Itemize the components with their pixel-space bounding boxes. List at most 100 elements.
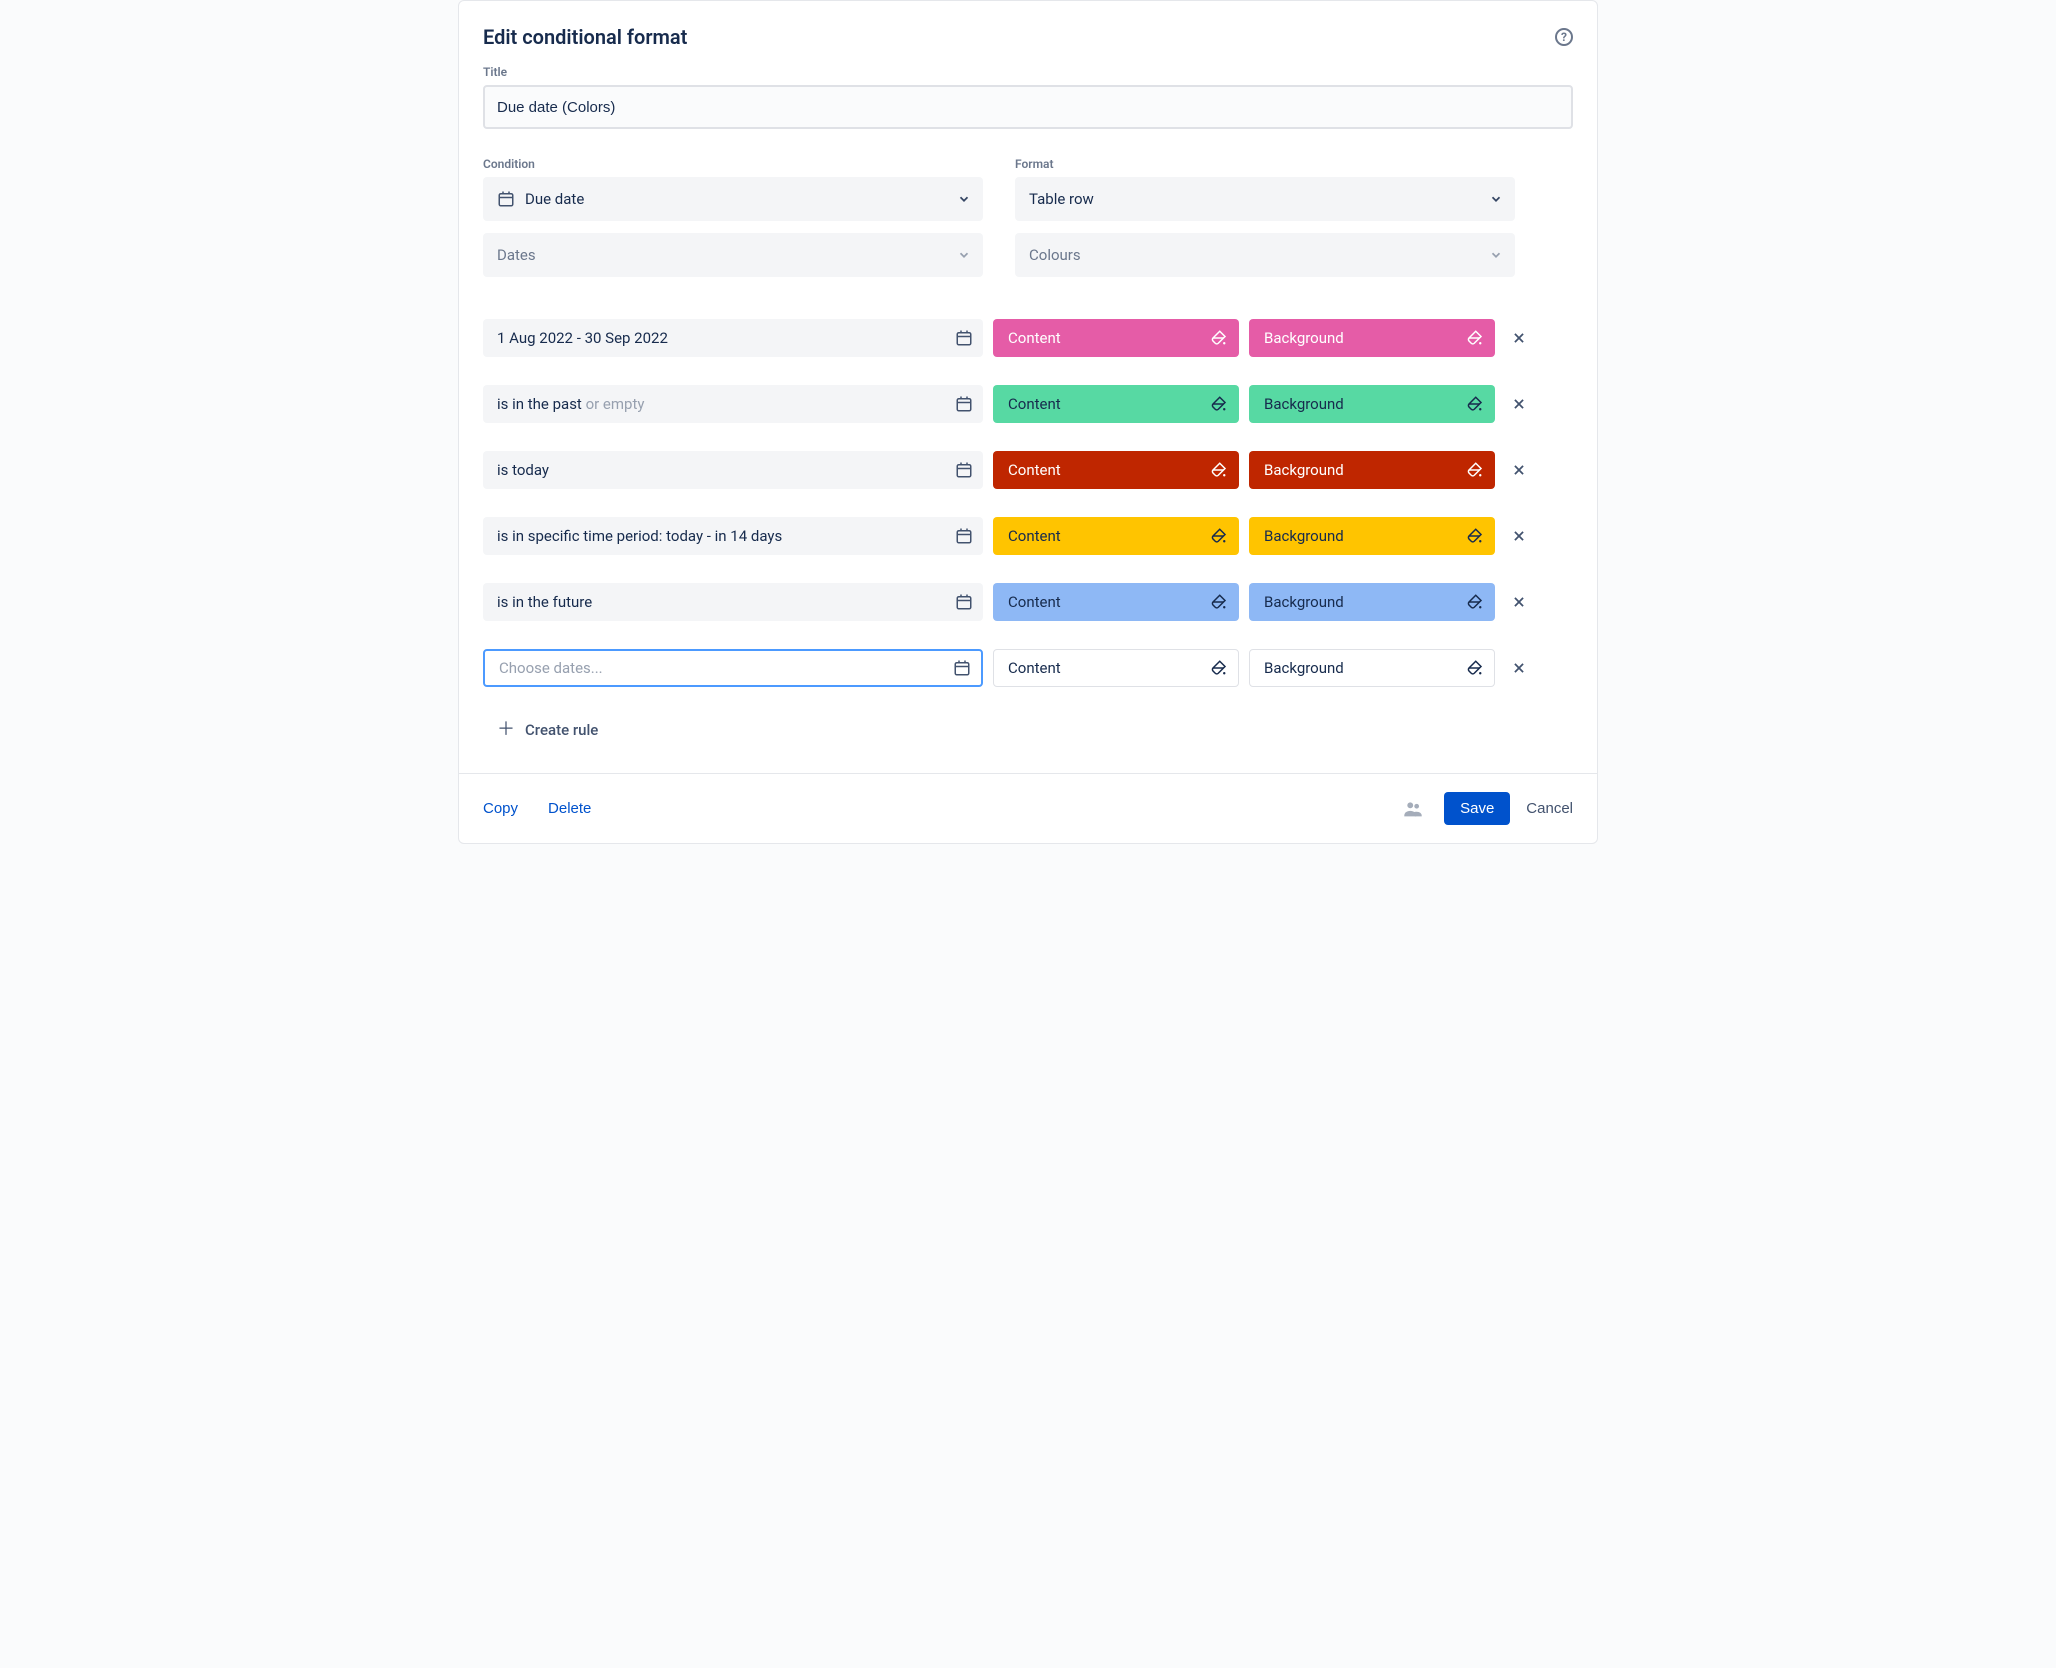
selector-row: Condition Due date Dates [483, 157, 1573, 289]
calendar-icon [953, 659, 971, 677]
copy-button[interactable]: Copy [483, 800, 518, 817]
background-color-chip[interactable]: Background [1249, 385, 1495, 423]
rule-row: 1 Aug 2022 - 30 Sep 2022 Content Backgroun… [483, 319, 1573, 357]
rule-row: is in the past or empty Content Background [483, 385, 1573, 423]
format-scope-value: Table row [1029, 190, 1489, 208]
calendar-icon [955, 395, 973, 413]
format-style-select[interactable]: Colours [1015, 233, 1515, 277]
paint-bucket-icon [1466, 527, 1484, 545]
help-icon[interactable]: ? [1555, 28, 1573, 46]
rule-condition[interactable]: is today [483, 451, 983, 489]
rule-row: is in specific time period: today - in 1… [483, 517, 1573, 555]
format-column: Format Table row Colours [1015, 157, 1515, 289]
format-scope-select[interactable]: Table row [1015, 177, 1515, 221]
rule-condition-text: is in specific time period: today - in 1… [497, 527, 955, 545]
chip-label: Background [1264, 527, 1466, 545]
plus-icon: ＋ [497, 721, 515, 739]
conditional-format-panel: Edit conditional format ? Title Conditio… [458, 0, 1598, 844]
remove-rule-button[interactable] [1505, 397, 1533, 411]
chip-label: Content [1008, 461, 1210, 479]
paint-bucket-icon [1210, 593, 1228, 611]
chip-label: Background [1264, 659, 1466, 677]
paint-bucket-icon [1210, 527, 1228, 545]
rule-condition[interactable]: 1 Aug 2022 - 30 Sep 2022 [483, 319, 983, 357]
paint-bucket-icon [1210, 461, 1228, 479]
content-color-chip[interactable]: Content [993, 583, 1239, 621]
chip-label: Content [1008, 395, 1210, 413]
condition-type-value: Dates [497, 246, 957, 264]
chip-label: Background [1264, 593, 1466, 611]
paint-bucket-icon [1466, 593, 1484, 611]
chip-label: Background [1264, 329, 1466, 347]
save-button[interactable]: Save [1444, 792, 1510, 825]
chip-label: Content [1008, 527, 1210, 545]
header-row: Edit conditional format ? [483, 25, 1573, 49]
condition-field-select[interactable]: Due date [483, 177, 983, 221]
rule-condition[interactable]: is in specific time period: today - in 1… [483, 517, 983, 555]
calendar-icon [955, 527, 973, 545]
rule-condition[interactable]: is in the past or empty [483, 385, 983, 423]
calendar-icon [497, 190, 515, 208]
paint-bucket-icon [1210, 659, 1228, 677]
remove-rule-button[interactable] [1505, 463, 1533, 477]
page-title: Edit conditional format [483, 25, 687, 49]
rule-condition-text: Choose dates... [499, 659, 953, 677]
rule-condition[interactable]: Choose dates... [483, 649, 983, 687]
rule-condition-text: is in the past or empty [497, 395, 955, 413]
chip-label: Background [1264, 461, 1466, 479]
condition-label: Condition [483, 157, 983, 171]
delete-button[interactable]: Delete [548, 800, 591, 817]
rule-condition-text: is in the future [497, 593, 955, 611]
remove-rule-button[interactable] [1505, 331, 1533, 345]
paint-bucket-icon [1210, 395, 1228, 413]
remove-rule-button[interactable] [1505, 595, 1533, 609]
format-label: Format [1015, 157, 1515, 171]
format-style-value: Colours [1029, 246, 1489, 264]
cancel-button[interactable]: Cancel [1526, 800, 1573, 817]
chip-label: Content [1008, 659, 1210, 677]
footer: Copy Delete Save Cancel [459, 773, 1597, 843]
rule-condition-text: 1 Aug 2022 - 30 Sep 2022 [497, 329, 955, 347]
paint-bucket-icon [1466, 659, 1484, 677]
chip-label: Content [1008, 593, 1210, 611]
people-icon[interactable] [1402, 798, 1424, 820]
content-color-chip[interactable]: Content [993, 385, 1239, 423]
title-label: Title [483, 65, 1573, 79]
chevron-down-icon [957, 248, 971, 262]
rule-row: is today Content Background [483, 451, 1573, 489]
background-color-chip[interactable]: Background [1249, 517, 1495, 555]
content-color-chip[interactable]: Content [993, 319, 1239, 357]
remove-rule-button[interactable] [1505, 661, 1533, 675]
background-color-chip[interactable]: Background [1249, 583, 1495, 621]
chip-label: Content [1008, 329, 1210, 347]
background-color-chip[interactable]: Background [1249, 319, 1495, 357]
content-color-chip[interactable]: Content [993, 451, 1239, 489]
rules-list: 1 Aug 2022 - 30 Sep 2022 Content Backgroun… [483, 319, 1573, 687]
condition-type-select[interactable]: Dates [483, 233, 983, 277]
chevron-down-icon [1489, 192, 1503, 206]
paint-bucket-icon [1466, 329, 1484, 347]
chevron-down-icon [957, 192, 971, 206]
paint-bucket-icon [1466, 395, 1484, 413]
condition-field-value: Due date [525, 190, 957, 208]
chip-label: Background [1264, 395, 1466, 413]
calendar-icon [955, 329, 973, 347]
background-color-chip[interactable]: Background [1249, 451, 1495, 489]
content-color-chip[interactable]: Content [993, 517, 1239, 555]
panel-body: Edit conditional format ? Title Conditio… [459, 1, 1597, 773]
condition-column: Condition Due date Dates [483, 157, 983, 289]
background-color-chip[interactable]: Background [1249, 649, 1495, 687]
rule-row: is in the future Content Background [483, 583, 1573, 621]
create-rule-label: Create rule [525, 721, 598, 739]
calendar-icon [955, 461, 973, 479]
title-input[interactable] [483, 85, 1573, 129]
remove-rule-button[interactable] [1505, 529, 1533, 543]
calendar-icon [955, 593, 973, 611]
content-color-chip[interactable]: Content [993, 649, 1239, 687]
rule-condition-text: is today [497, 461, 955, 479]
rule-row: Choose dates... Content Background [483, 649, 1573, 687]
rule-condition[interactable]: is in the future [483, 583, 983, 621]
paint-bucket-icon [1210, 329, 1228, 347]
chevron-down-icon [1489, 248, 1503, 262]
create-rule-button[interactable]: ＋ Create rule [483, 715, 612, 745]
